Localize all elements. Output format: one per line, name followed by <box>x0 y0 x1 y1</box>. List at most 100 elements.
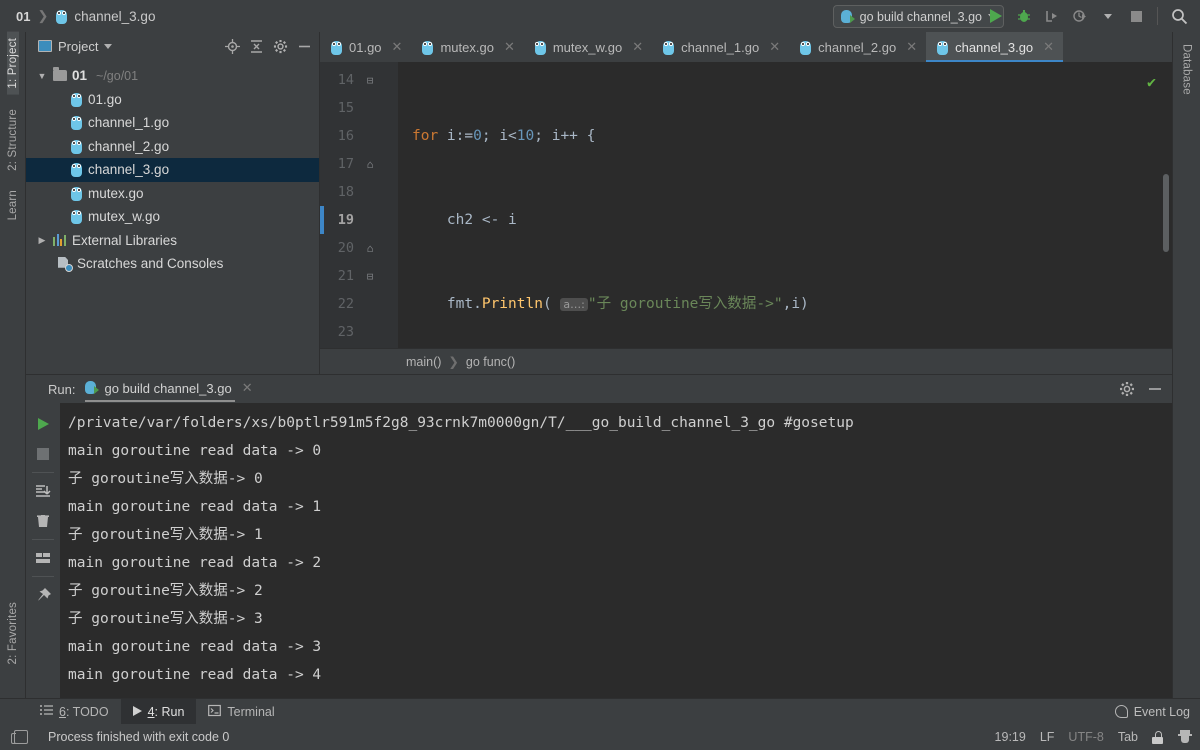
soft-wrap-icon[interactable] <box>29 543 57 573</box>
profiler-dropdown[interactable] <box>1095 3 1121 29</box>
search-everywhere-button[interactable] <box>1166 3 1192 29</box>
tree-node-file[interactable]: channel_1.go <box>26 111 319 135</box>
tab-channel-2-go[interactable]: channel_2.go ✕ <box>789 32 926 62</box>
tab-label: channel_3.go <box>955 39 1034 55</box>
tab-label: channel_1.go <box>681 39 760 55</box>
editor-scrollbar[interactable] <box>1163 174 1169 252</box>
tab-label: mutex_w.go <box>552 39 623 55</box>
editor-and-project: Project ▼ 01 ~/go/01 01.go channel_1.go … <box>26 32 1172 374</box>
run-with-coverage-button[interactable] <box>1039 3 1065 29</box>
chevron-down-icon[interactable] <box>104 43 113 49</box>
bottom-tab-label: : TODO <box>65 704 109 719</box>
tree-node-file[interactable]: channel_2.go <box>26 135 319 159</box>
unlocked-icon[interactable] <box>1152 730 1164 744</box>
console-line: 子 goroutine写入数据-> 3 <box>68 611 263 627</box>
debug-button[interactable] <box>1011 3 1037 29</box>
run-configuration-selector[interactable]: go build channel_3.go <box>832 5 1004 28</box>
close-icon[interactable]: ✕ <box>1043 39 1054 55</box>
console-line: main goroutine read data -> 4 <box>68 667 322 683</box>
close-icon[interactable]: ✕ <box>632 39 643 55</box>
breadcrumb-main[interactable]: main() <box>406 355 441 369</box>
bottom-tab-todo[interactable]: 6: TODO <box>28 699 121 724</box>
sidebar-item-learn[interactable]: Learn <box>7 184 19 226</box>
close-icon[interactable]: ✕ <box>906 39 917 55</box>
tab-01-go[interactable]: 01.go ✕ <box>320 32 411 62</box>
fold-end-icon[interactable]: ⌂ <box>360 242 380 255</box>
top-toolbar: 01 ❯ channel_3.go go build channel_3.go <box>0 0 1200 32</box>
caret-position[interactable]: 19:19 <box>995 730 1026 744</box>
minimize-icon[interactable] <box>1146 380 1164 398</box>
breadcrumb-gofunc[interactable]: go func() <box>466 355 515 369</box>
status-bar-right: 19:19 LF UTF-8 Tab <box>995 730 1192 744</box>
tree-node-path: ~/go/01 <box>96 68 139 83</box>
indent-setting[interactable]: Tab <box>1118 730 1138 744</box>
sidebar-item-favorites[interactable]: 2: Favorites <box>7 596 19 670</box>
line-number: 23 <box>337 324 354 340</box>
run-panel-tab[interactable]: go build channel_3.go ✕ <box>85 380 253 402</box>
inspector-icon[interactable] <box>1178 730 1192 744</box>
line-number-gutter[interactable]: 14 ⊟ 15 16 17 ⌂ 18 19 20 ⌂ 21 ⊟ 22 23 <box>320 62 398 348</box>
gutter-line: 20 ⌂ <box>320 234 398 262</box>
inspection-ok-icon[interactable]: ✔ <box>1147 68 1156 96</box>
breadcrumb-file[interactable]: channel_3.go <box>74 9 155 24</box>
run-button[interactable] <box>983 3 1009 29</box>
tree-node-file[interactable]: 01.go <box>26 88 319 112</box>
go-file-icon <box>70 92 83 107</box>
tree-node-root[interactable]: ▼ 01 ~/go/01 <box>26 64 319 88</box>
status-bar: Process finished with exit code 0 19:19 … <box>0 724 1200 750</box>
settings-gear-icon[interactable] <box>271 37 289 55</box>
line-number: 17 <box>337 156 354 172</box>
sidebar-item-structure[interactable]: 2: Structure <box>7 103 19 177</box>
fold-minus-icon[interactable]: ⊟ <box>360 74 380 87</box>
tool-tab-label: 2: Structure <box>6 108 19 171</box>
tree-node-file-selected[interactable]: channel_3.go <box>26 158 319 182</box>
collapse-all-icon[interactable] <box>247 37 265 55</box>
bottom-tab-run[interactable]: 4: Run <box>120 699 197 724</box>
trash-icon[interactable] <box>29 506 57 536</box>
tree-node-file[interactable]: mutex.go <box>26 182 319 206</box>
project-tree: ▼ 01 ~/go/01 01.go channel_1.go channel_… <box>26 60 319 276</box>
locate-icon[interactable] <box>223 37 241 55</box>
fold-minus-icon[interactable]: ⊟ <box>360 270 380 283</box>
event-log-button[interactable]: Event Log <box>1114 699 1200 724</box>
rerun-icon[interactable] <box>29 409 57 439</box>
scroll-to-end-icon[interactable] <box>29 476 57 506</box>
tab-channel-3-go[interactable]: channel_3.go ✕ <box>926 32 1064 62</box>
project-icon <box>38 40 52 52</box>
tab-mutex-w-go[interactable]: mutex_w.go ✕ <box>524 32 652 62</box>
sidebar-item-database[interactable]: Database <box>1181 38 1193 101</box>
run-with-profiler-button[interactable] <box>1067 3 1093 29</box>
fold-end-icon[interactable]: ⌂ <box>360 158 380 171</box>
code-text-area[interactable]: for i:=0; i<10; i++ { ch2 <- i fmt.Print… <box>398 62 1172 348</box>
chevron-right-icon[interactable]: ▶ <box>36 235 48 246</box>
stop-icon[interactable] <box>29 439 57 469</box>
line-separator[interactable]: LF <box>1040 730 1055 744</box>
close-icon[interactable]: ✕ <box>504 39 515 55</box>
settings-gear-icon[interactable] <box>1118 380 1136 398</box>
breadcrumb-project[interactable]: 01 <box>16 9 30 24</box>
code-line: for i:=0; i<10; i++ { <box>412 128 596 144</box>
console-line: main goroutine read data -> 3 <box>68 639 322 655</box>
bottom-tab-terminal[interactable]: Terminal <box>196 699 286 724</box>
tab-mutex-go[interactable]: mutex.go ✕ <box>411 32 523 62</box>
close-icon[interactable]: ✕ <box>392 39 403 55</box>
run-console-output[interactable]: /private/var/folders/xs/b0ptlr591m5f2g8_… <box>60 403 1172 698</box>
file-encoding[interactable]: UTF-8 <box>1068 730 1103 744</box>
todo-list-icon <box>40 704 53 720</box>
run-configuration-label: go build channel_3.go <box>859 9 982 24</box>
tree-node-scratches[interactable]: Scratches and Consoles <box>26 252 319 276</box>
sidebar-item-project[interactable]: 1: Project <box>6 32 19 95</box>
pin-tab-icon[interactable] <box>29 580 57 610</box>
chevron-down-icon[interactable]: ▼ <box>36 71 48 81</box>
tree-node-file[interactable]: mutex_w.go <box>26 205 319 229</box>
close-icon[interactable]: ✕ <box>242 380 253 396</box>
ide-window: 01 ❯ channel_3.go go build channel_3.go <box>0 0 1200 750</box>
tree-node-external-libraries[interactable]: ▶ External Libraries <box>26 229 319 253</box>
bottom-tab-number: 6 <box>59 704 66 719</box>
toggle-tool-windows-icon[interactable] <box>11 730 28 744</box>
hide-panel-icon[interactable] <box>295 37 313 55</box>
tab-channel-1-go[interactable]: channel_1.go ✕ <box>652 32 789 62</box>
center-column: Project ▼ 01 ~/go/01 01.go channel_1.go … <box>26 32 1172 698</box>
stop-button[interactable] <box>1123 3 1149 29</box>
close-icon[interactable]: ✕ <box>769 39 780 55</box>
